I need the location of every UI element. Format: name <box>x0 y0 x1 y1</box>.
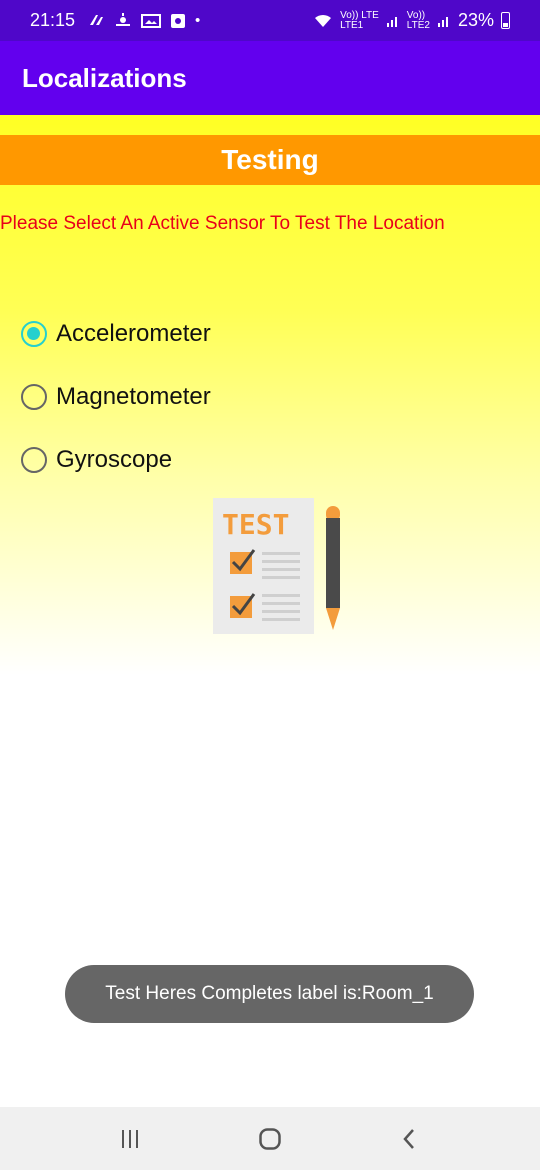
battery-percentage: 23% <box>457 10 494 30</box>
instruction-text: Please Select An Active Sensor To Test T… <box>0 213 445 234</box>
radio-accelerometer[interactable]: Accelerometer <box>21 320 211 348</box>
toast-message: Test Heres Completes label is:Room_1 <box>65 965 474 1023</box>
network-label-1-top: Vo)) LTE <box>340 9 379 21</box>
home-icon[interactable] <box>258 1127 282 1151</box>
battery-icon <box>501 12 510 29</box>
recent-apps-icon[interactable] <box>118 1128 142 1150</box>
radio-label[interactable]: Accelerometer <box>56 320 211 348</box>
test-checklist-illustration: TEST <box>213 498 340 634</box>
toast-text: Test Heres Completes label is:Room_1 <box>105 983 434 1004</box>
radio-checked-icon[interactable] <box>21 321 47 347</box>
gallery-icon <box>141 13 162 28</box>
network-label-2-bottom: LTE2 <box>406 19 430 31</box>
weather-icon <box>116 12 131 26</box>
radio-label[interactable]: Magnetometer <box>56 383 211 411</box>
network-label-2: Vo)) LTE2 <box>406 9 430 31</box>
status-bar: 21:15 • Vo)) LTE LTE1 Vo)) LTE2 23% <box>0 0 540 41</box>
radio-unchecked-icon[interactable] <box>21 384 47 410</box>
notification-icons: • <box>87 12 200 29</box>
navigation-bar <box>0 1107 540 1170</box>
network-label-1-bottom: LTE1 <box>340 19 364 31</box>
radio-gyroscope[interactable]: Gyroscope <box>21 446 172 474</box>
test-illustration-text: TEST <box>222 508 289 541</box>
status-time: 21:15 <box>30 10 76 30</box>
more-notifications-dot-icon: • <box>195 12 201 29</box>
radio-magnetometer[interactable]: Magnetometer <box>21 383 211 411</box>
banner-title: Testing <box>221 144 319 175</box>
system-icons: Vo)) LTE LTE1 Vo)) LTE2 23% <box>313 10 510 31</box>
main-content: Testing Please Select An Active Sensor T… <box>0 115 540 675</box>
back-button[interactable] <box>390 1119 430 1159</box>
app-bar: Localizations <box>0 41 540 115</box>
network-label-1: Vo)) LTE LTE1 <box>340 9 379 31</box>
radio-unchecked-icon[interactable] <box>21 447 47 473</box>
app-title: Localizations <box>22 62 187 93</box>
signal-icon-2 <box>437 16 448 27</box>
radio-label[interactable]: Gyroscope <box>56 446 172 474</box>
testing-banner: Testing <box>0 135 540 185</box>
wifi-icon <box>315 14 332 27</box>
network-label-2-top: Vo)) <box>406 9 426 21</box>
back-icon[interactable] <box>398 1127 422 1151</box>
app-notification-icon <box>90 14 104 25</box>
signal-icon-1 <box>386 16 397 27</box>
media-icon <box>171 13 186 28</box>
recent-apps-button[interactable] <box>110 1119 150 1159</box>
home-button[interactable] <box>250 1119 290 1159</box>
